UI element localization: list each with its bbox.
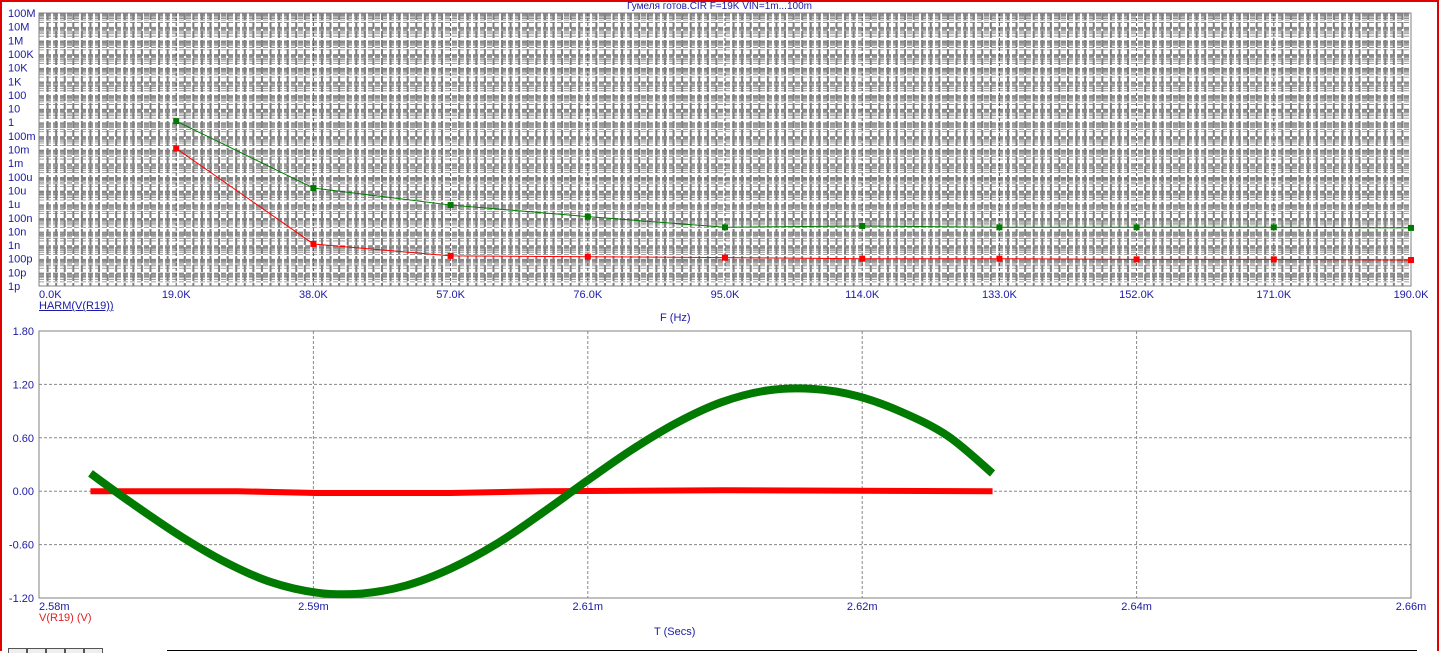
- page-tab[interactable]: [84, 648, 103, 653]
- data-point-red: [447, 252, 454, 259]
- data-point-green: [584, 213, 591, 220]
- plot-frame-bottom: [38, 330, 1412, 599]
- data-point-red: [310, 240, 317, 247]
- data-point-green: [1133, 224, 1140, 231]
- page-tabs: [8, 648, 103, 653]
- data-point-red: [584, 253, 591, 260]
- y-tick-label: 1.20: [13, 379, 34, 391]
- y-tick-label: 1p: [8, 281, 20, 293]
- y-tick-label: 1m: [8, 158, 23, 170]
- data-point-green: [310, 185, 317, 192]
- x-tick-label: 2.59m: [298, 601, 329, 613]
- data-point-green: [722, 224, 728, 231]
- y-tick-label: 100u: [8, 172, 32, 184]
- y-tick-label: 10u: [8, 185, 26, 197]
- y-tick-label: 10p: [8, 267, 26, 279]
- data-point-red: [1408, 257, 1414, 264]
- data-point-red: [859, 255, 866, 262]
- data-point-green: [859, 222, 866, 229]
- y-tick-label: 1n: [8, 240, 20, 252]
- y-tick-label: 1.80: [13, 326, 34, 338]
- data-point-red: [722, 254, 728, 261]
- plot-canvas[interactable]: 0.0K 19.0K 38.0K 57.0K 76.0K 95.0K 114.0K 133.0…: [0, 0, 1439, 653]
- page-tab[interactable]: [65, 648, 84, 653]
- x-tick-label: 114.0K: [845, 289, 880, 301]
- x-axis-label-time: T (Secs): [654, 626, 696, 638]
- data-point-red: [1270, 256, 1277, 263]
- x-axis-label-frequency: F (Hz): [660, 312, 691, 324]
- x-tick-label: 171.0K: [1256, 289, 1292, 301]
- data-point-green: [996, 224, 1003, 231]
- x-tick-label: 133.0K: [982, 289, 1018, 301]
- legend-voltage[interactable]: V(R19) (V): [39, 612, 92, 624]
- data-point-red: [173, 145, 180, 152]
- y-tick-label: 100M: [8, 8, 36, 20]
- y-tick-label: 100: [8, 90, 26, 102]
- x-tick-label: 19.0K: [162, 289, 191, 301]
- x-tick-label: 38.0K: [299, 289, 328, 301]
- y-tick-label: 0.60: [13, 433, 34, 445]
- y-tick-label: 0.00: [13, 486, 34, 498]
- y-tick-label: 100m: [8, 131, 36, 143]
- page-tab[interactable]: [8, 648, 27, 653]
- y-tick-label: 10n: [8, 226, 26, 238]
- y-tick-label: 1: [8, 117, 14, 129]
- page-tab[interactable]: [46, 648, 65, 653]
- status-divider: [167, 650, 1417, 651]
- y-tick-label: -1.20: [9, 593, 34, 605]
- data-point-green: [447, 202, 454, 209]
- data-point-red: [996, 255, 1003, 262]
- y-tick-label: -0.60: [9, 540, 34, 552]
- y-tick-label: 10: [8, 104, 20, 116]
- y-tick-label: 100K: [8, 49, 34, 61]
- x-tick-label: 57.0K: [436, 289, 465, 301]
- y-tick-label: 10M: [8, 22, 29, 34]
- y-tick-label: 100n: [8, 213, 32, 225]
- x-tick-label: 2.64m: [1121, 601, 1152, 613]
- y-tick-label: 10K: [8, 63, 28, 75]
- page-tab[interactable]: [27, 648, 46, 653]
- data-point-red: [1133, 256, 1140, 263]
- data-point-green: [1270, 224, 1277, 231]
- y-tick-label: 1M: [8, 35, 23, 47]
- x-tick-label: 2.62m: [847, 601, 878, 613]
- legend-harm[interactable]: HARM(V(R19)): [39, 300, 114, 312]
- y-tick-label: 10m: [8, 145, 29, 157]
- series-line-red: [90, 487, 993, 496]
- x-tick-label: 95.0K: [711, 289, 740, 301]
- x-tick-label: 2.61m: [573, 601, 604, 613]
- data-point-green: [1408, 224, 1414, 231]
- y-tick-label: 1u: [8, 199, 20, 211]
- x-tick-label: 152.0K: [1119, 289, 1155, 301]
- y-tick-label: 100p: [8, 254, 32, 266]
- x-tick-label: 76.0K: [573, 289, 602, 301]
- x-tick-label: 2.66m: [1396, 601, 1427, 613]
- data-point-green: [173, 118, 180, 125]
- y-tick-label: 1K: [8, 76, 22, 88]
- x-tick-label: 190.0K: [1394, 289, 1430, 301]
